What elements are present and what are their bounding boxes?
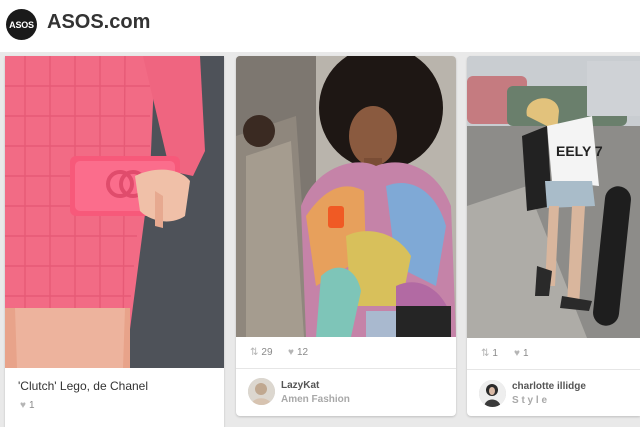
- pin-card-skateboard[interactable]: EELY 7 ⇅ 1 ♥ 1 charlotte illidge S t y l…: [467, 56, 640, 416]
- pink-knit-dress-photo: [5, 56, 224, 368]
- pin-caption[interactable]: 'Clutch' Lego, de Chanel: [18, 379, 148, 393]
- heart-icon: ♥: [514, 348, 520, 359]
- heart-icon: ♥: [288, 347, 294, 358]
- user-avatar[interactable]: [479, 380, 506, 407]
- shirt-lettering: EELY 7: [556, 143, 603, 159]
- heart-icon: ♥: [20, 400, 26, 411]
- repin-count[interactable]: ⇅ 29: [250, 347, 273, 358]
- pin-card-chanel-clutch[interactable]: 'Clutch' Lego, de Chanel ♥ 1: [5, 56, 224, 427]
- divider: [236, 368, 456, 369]
- user-avatar[interactable]: [248, 378, 275, 405]
- site-title[interactable]: ASOS.com: [47, 11, 150, 34]
- divider: [467, 369, 640, 370]
- pinner-name[interactable]: charlotte illidge: [512, 381, 586, 392]
- pin-image[interactable]: [236, 56, 456, 337]
- colorful-fur-coat-photo: [236, 56, 456, 337]
- repin-icon: ⇅: [250, 347, 259, 358]
- pin-image[interactable]: EELY 7: [467, 56, 640, 338]
- street-style-skateboard-photo: EELY 7: [467, 56, 640, 338]
- pin-card-fur-coat[interactable]: ⇅ 29 ♥ 12 LazyKat Amen Fashion: [236, 56, 456, 416]
- like-count[interactable]: ♥ 1: [514, 348, 529, 359]
- like-count[interactable]: ♥ 12: [288, 347, 308, 358]
- board-name[interactable]: S t y l e: [512, 395, 547, 406]
- board-name[interactable]: Amen Fashion: [281, 394, 350, 405]
- avatar-image: [248, 378, 275, 405]
- repin-count[interactable]: ⇅ 1: [481, 348, 498, 359]
- site-header: ASOS ASOS.com: [0, 0, 640, 52]
- pinner-name[interactable]: LazyKat: [281, 380, 319, 391]
- like-count[interactable]: ♥ 1: [20, 400, 35, 411]
- avatar-image: [479, 380, 506, 407]
- pin-image[interactable]: [5, 56, 224, 368]
- asos-logo[interactable]: ASOS: [6, 9, 37, 40]
- repin-icon: ⇅: [481, 348, 490, 359]
